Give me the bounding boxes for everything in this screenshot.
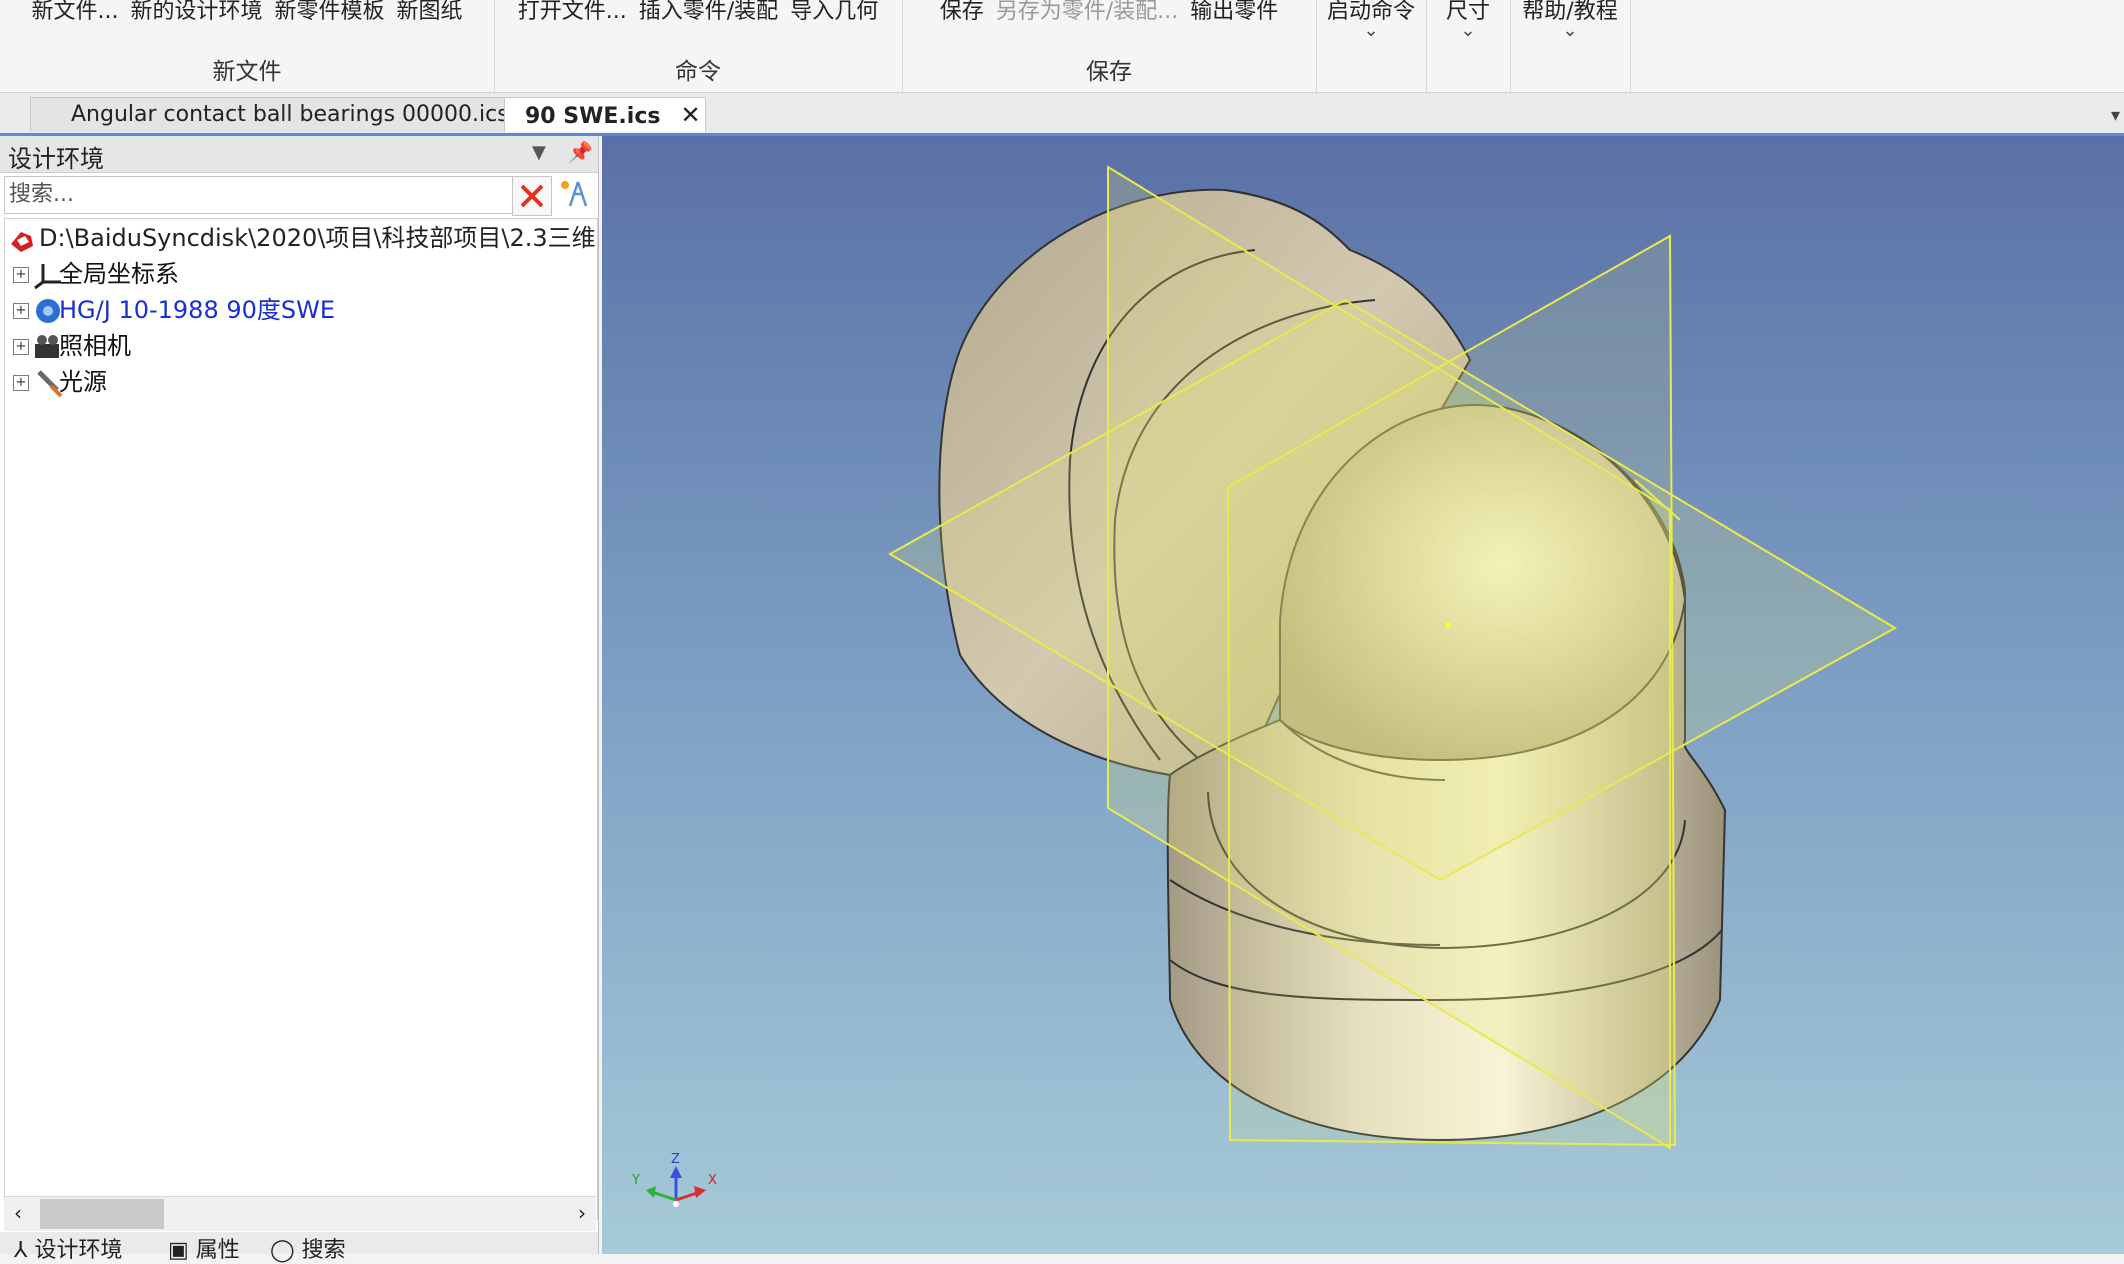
tab-label: 90 SWE.ics bbox=[525, 104, 661, 129]
ribbon: 新文件... 新的设计环境 新零件模板 新图纸 新文件 打开文件... 插入零件… bbox=[0, 0, 2124, 93]
tab-search[interactable]: ◯ 搜索 bbox=[270, 1232, 346, 1264]
axis-label-z: Z bbox=[671, 1152, 680, 1167]
expand-icon[interactable]: + bbox=[13, 303, 29, 319]
launch-command-dropdown[interactable]: 启动命令 ⌄ bbox=[1316, 0, 1427, 92]
document-tab-bar: Angular contact ball bearings 00000.ics … bbox=[0, 93, 2124, 136]
tree-horizontal-scrollbar[interactable]: ‹ › bbox=[4, 1196, 596, 1231]
tree-item-label: 全局坐标系 bbox=[59, 260, 179, 288]
ribbon-group-label: 命令 bbox=[675, 59, 721, 85]
scrollbar-thumb[interactable] bbox=[40, 1199, 164, 1229]
search-input[interactable]: 搜索... bbox=[4, 176, 514, 214]
tab-properties[interactable]: ▣ 属性 bbox=[168, 1232, 240, 1264]
new-design-env-button[interactable]: 新的设计环境 bbox=[130, 0, 262, 25]
ribbon-group-commands: 打开文件... 插入零件/装配 导入几何 命令 bbox=[494, 0, 903, 92]
tree-item-label: 光源 bbox=[59, 368, 107, 396]
ribbon-group-label: 新文件 bbox=[212, 59, 282, 85]
help-dropdown[interactable]: 帮助/教程 ⌄ bbox=[1510, 0, 1631, 92]
3d-viewport[interactable]: Z X Y bbox=[602, 136, 2124, 1254]
design-environment-panel: 设计环境 ▼ 📌 搜索... D:\BaiduSyncdisk\2020\项目\… bbox=[0, 136, 599, 1263]
scroll-right-icon[interactable]: › bbox=[578, 1201, 586, 1225]
properties-icon: ▣ bbox=[168, 1238, 196, 1263]
tab-design-env[interactable]: ⅄ 设计环境 bbox=[14, 1232, 122, 1264]
ribbon-group-save: 保存 另存为零件/装配... 输出零件 保存 bbox=[902, 0, 1317, 92]
axis-label-y: Y bbox=[631, 1173, 640, 1188]
expand-icon[interactable]: + bbox=[13, 267, 29, 283]
tree-item-label: 照相机 bbox=[59, 332, 131, 360]
panel-title: 设计环境 bbox=[8, 145, 104, 173]
chevron-down-icon: ⌄ bbox=[1363, 20, 1379, 41]
new-drawing-button[interactable]: 新图纸 bbox=[397, 0, 463, 25]
clear-search-button[interactable] bbox=[512, 176, 552, 216]
export-part-button[interactable]: 输出零件 bbox=[1190, 0, 1278, 25]
save-as-button[interactable]: 另存为零件/装配... bbox=[996, 0, 1178, 25]
tree-icon: ⅄ bbox=[14, 1238, 35, 1263]
design-root-icon bbox=[11, 232, 33, 252]
search-icon: ◯ bbox=[270, 1238, 302, 1263]
new-file-button[interactable]: 新文件... bbox=[31, 0, 118, 25]
chevron-down-icon: ⌄ bbox=[1460, 20, 1476, 41]
import-geometry-button[interactable]: 导入几何 bbox=[790, 0, 878, 25]
search-options-button[interactable] bbox=[556, 176, 594, 214]
tab-label: 属性 bbox=[195, 1238, 240, 1263]
tab-label: Angular contact ball bearings 00000.ics bbox=[71, 102, 509, 127]
tab-90-swe[interactable]: 90 SWE.ics ✕ bbox=[504, 97, 706, 132]
close-icon[interactable]: ✕ bbox=[680, 101, 700, 129]
open-file-button[interactable]: 打开文件... bbox=[518, 0, 627, 25]
expand-icon[interactable]: + bbox=[13, 375, 29, 391]
pin-icon[interactable]: 📌 bbox=[568, 140, 593, 164]
save-button[interactable]: 保存 bbox=[940, 0, 984, 25]
ribbon-group-new-file: 新文件... 新的设计环境 新零件模板 新图纸 新文件 bbox=[0, 0, 495, 92]
model-view: Z X Y bbox=[631, 165, 1898, 1207]
axis-label-x: X bbox=[708, 1173, 717, 1188]
origin-point bbox=[1445, 622, 1451, 628]
insert-part-button[interactable]: 插入零件/装配 bbox=[639, 0, 778, 25]
expand-icon[interactable]: + bbox=[13, 339, 29, 355]
tab-angular-bearings[interactable]: Angular contact ball bearings 00000.ics bbox=[30, 97, 522, 132]
panel-bottom-tabs: ⅄ 设计环境 ▣ 属性 ◯ 搜索 bbox=[0, 1232, 598, 1263]
new-part-template-button[interactable]: 新零件模板 bbox=[274, 0, 384, 25]
axis-triad: Z X Y bbox=[631, 1152, 717, 1207]
panel-header: 设计环境 ▼ 📌 bbox=[0, 136, 598, 173]
chevron-down-icon: ⌄ bbox=[1562, 20, 1578, 41]
tree-item-label: HG/J 10-1988 90度SWE bbox=[59, 296, 336, 324]
scroll-left-icon[interactable]: ‹ bbox=[14, 1201, 22, 1225]
tab-list-dropdown-icon[interactable]: ▾ bbox=[2111, 105, 2120, 126]
close-icon bbox=[520, 184, 544, 208]
tree-root-label: D:\BaiduSyncdisk\2020\项目\科技部项目\2.3三维C bbox=[39, 224, 598, 252]
search-placeholder: 搜索... bbox=[9, 182, 74, 207]
ribbon-group-label: 保存 bbox=[1086, 59, 1132, 85]
dimension-dropdown[interactable]: 尺寸 ⌄ bbox=[1426, 0, 1511, 92]
tab-label: 设计环境 bbox=[34, 1238, 123, 1263]
tree-filter-icon bbox=[561, 181, 588, 207]
tab-label: 搜索 bbox=[301, 1238, 346, 1263]
panel-menu-dropdown-icon[interactable]: ▼ bbox=[532, 142, 546, 163]
scene-tree: D:\BaiduSyncdisk\2020\项目\科技部项目\2.3三维C + … bbox=[4, 218, 598, 1220]
